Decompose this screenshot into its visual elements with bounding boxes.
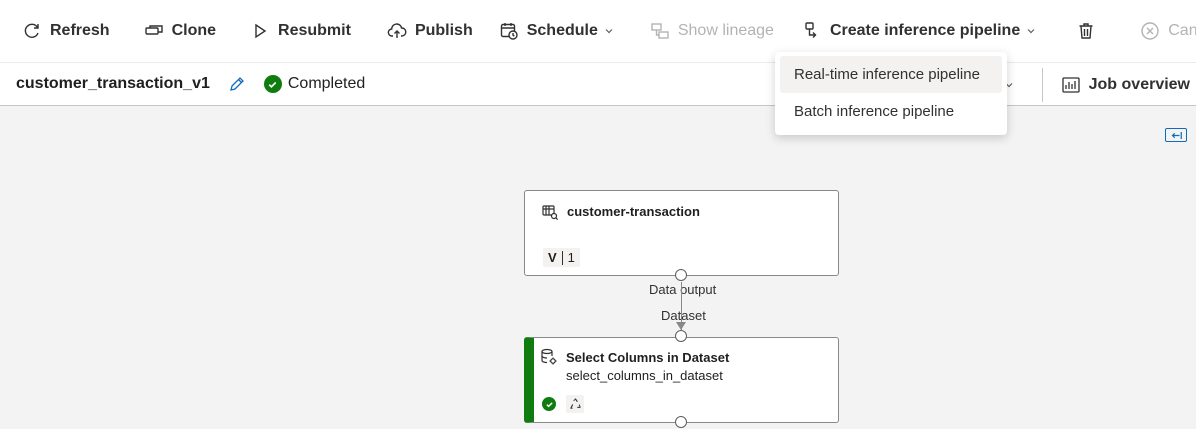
show-lineage-label: Show lineage xyxy=(677,22,774,39)
job-name: customer_transaction_v1 xyxy=(16,75,210,92)
clone-button[interactable]: Clone xyxy=(134,11,226,51)
collapse-panel-icon xyxy=(1171,131,1182,139)
dataset-icon xyxy=(541,203,559,221)
trash-icon xyxy=(1076,21,1096,41)
version-divider xyxy=(561,250,563,265)
collapse-panel-button[interactable] xyxy=(1165,128,1187,142)
recycle-icon xyxy=(566,395,584,413)
resubmit-label: Resubmit xyxy=(278,22,351,39)
schedule-label: Schedule xyxy=(526,22,598,39)
refresh-icon xyxy=(22,21,42,41)
node-subtitle: select_columns_in_dataset xyxy=(566,368,723,383)
input-port[interactable] xyxy=(675,330,687,342)
cloud-upload-icon xyxy=(387,21,407,41)
job-header-right: Job overview xyxy=(1041,63,1190,107)
check-circle-icon xyxy=(542,397,556,411)
chevron-down-icon xyxy=(604,26,614,36)
lineage-icon xyxy=(650,21,670,41)
clone-label: Clone xyxy=(171,22,217,39)
pipeline-icon xyxy=(802,21,822,41)
database-gear-icon xyxy=(540,348,558,366)
check-circle-icon xyxy=(263,75,282,93)
refresh-button[interactable]: Refresh xyxy=(12,11,120,51)
create-inference-pipeline-button[interactable]: Create inference pipeline xyxy=(792,11,1046,51)
version-badge: V 1 xyxy=(543,248,580,267)
command-bar: Refresh Clone Resubmit Publish Schedule … xyxy=(0,0,1196,62)
job-header: customer_transaction_v1 Completed Job ov… xyxy=(0,62,1196,106)
dataset-node[interactable]: customer-transaction V 1 xyxy=(524,190,839,276)
play-icon xyxy=(250,21,270,41)
create-inference-pipeline-label: Create inference pipeline xyxy=(829,22,1021,39)
resubmit-button[interactable]: Resubmit xyxy=(240,11,361,51)
cancel-label: Cancel xyxy=(1168,22,1196,39)
output-port-label: Data output xyxy=(649,282,717,297)
cancel-icon xyxy=(1140,21,1160,41)
inference-pipeline-menu: Real-time inference pipeline Batch infer… xyxy=(775,52,1007,135)
select-columns-node[interactable]: Select Columns in Dataset select_columns… xyxy=(524,337,839,423)
header-divider xyxy=(1041,68,1043,102)
version-letter: V xyxy=(548,250,557,265)
input-port-label: Dataset xyxy=(661,308,706,323)
refresh-label: Refresh xyxy=(50,22,110,39)
publish-button[interactable]: Publish xyxy=(377,11,483,51)
show-lineage-button[interactable]: Show lineage xyxy=(640,11,784,51)
job-overview-button[interactable]: Job overview xyxy=(1061,75,1190,95)
pencil-icon[interactable] xyxy=(228,75,246,93)
menu-item-batch-inference[interactable]: Batch inference pipeline xyxy=(780,93,1002,130)
clone-icon xyxy=(144,21,164,41)
status-badge: Completed xyxy=(263,75,366,93)
status-text: Completed xyxy=(287,75,366,92)
publish-label: Publish xyxy=(414,22,473,39)
chart-icon xyxy=(1061,75,1081,95)
job-overview-label: Job overview xyxy=(1088,76,1190,93)
edge-arrow xyxy=(676,322,686,330)
node-title: Select Columns in Dataset xyxy=(566,350,730,365)
cancel-button[interactable]: Cancel xyxy=(1130,11,1196,51)
menu-item-realtime-inference[interactable]: Real-time inference pipeline xyxy=(780,56,1002,93)
node-title: customer-transaction xyxy=(567,204,700,219)
output-port[interactable] xyxy=(675,269,687,281)
delete-button[interactable] xyxy=(1066,11,1106,51)
output-port[interactable] xyxy=(675,416,687,428)
chevron-down-icon xyxy=(1026,26,1036,36)
version-number: 1 xyxy=(567,250,575,265)
calendar-clock-icon xyxy=(499,21,519,41)
schedule-button[interactable]: Schedule xyxy=(489,11,624,51)
